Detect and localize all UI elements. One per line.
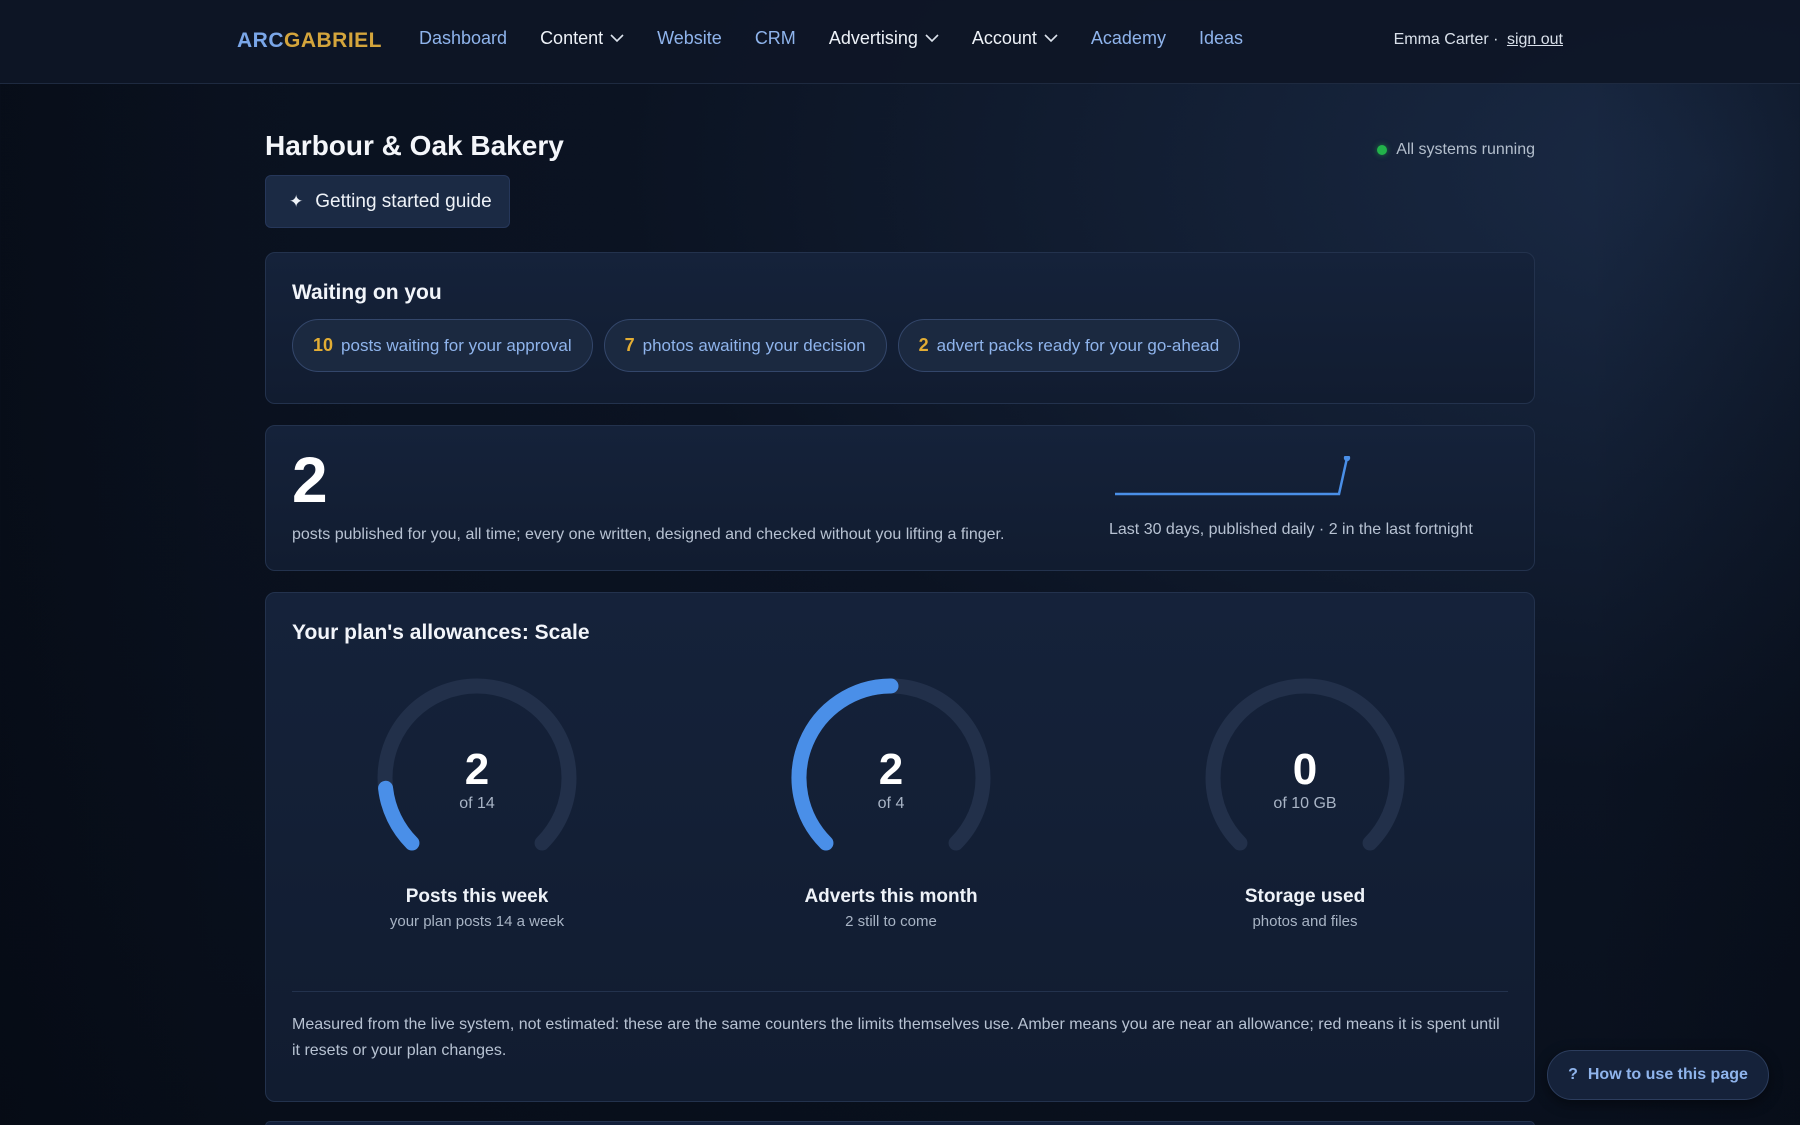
sparkline-caption: Last 30 days, published daily · 2 in the… xyxy=(1109,521,1473,538)
nav-link-label: Ideas xyxy=(1198,28,1243,48)
gauge-subtitle: 2 still to come xyxy=(845,913,937,930)
allowances-title: Your plan's allowances: Scale xyxy=(292,621,590,644)
nav-link-website[interactable]: Website xyxy=(657,28,722,49)
question-icon: ? xyxy=(1568,1066,1578,1083)
waiting-count: 7 xyxy=(624,335,635,355)
sign-out-link[interactable]: sign out xyxy=(1507,31,1563,48)
nav-link-account[interactable]: Account xyxy=(972,28,1058,49)
nav-link-label: Advertising xyxy=(828,28,918,48)
user-name: Emma Carter · xyxy=(1393,31,1499,48)
waiting-pill[interactable]: 7 photos awaiting your decision xyxy=(603,319,887,372)
gauge-title: Storage used xyxy=(1244,886,1366,907)
user-box: Emma Carter · sign out xyxy=(1394,31,1563,49)
nav-link-label: CRM xyxy=(754,28,796,48)
plan-allowances-card: Your plan's allowances: Scale 2 of 14 Post… xyxy=(265,592,1535,1102)
waiting-count: 10 xyxy=(313,335,334,355)
gauge-subtitle: your plan posts 14 a week xyxy=(389,913,565,930)
sparkline-series-line xyxy=(1115,457,1349,496)
allowances-note: Measured from the live system, not estim… xyxy=(292,1016,1500,1059)
published-card: 2 posts published for you, all time; eve… xyxy=(265,425,1535,571)
divider xyxy=(292,991,1508,992)
published-sparkline xyxy=(1115,456,1351,496)
waiting-text: photos awaiting your decision xyxy=(642,335,866,355)
allowance-gauge: 2 of 4 Adverts this month 2 still to come xyxy=(761,673,1021,953)
nav-link-label: Academy xyxy=(1090,28,1166,48)
nav-link-label: Website xyxy=(657,28,722,48)
nav-link-dashboard[interactable]: Dashboard xyxy=(419,28,507,49)
published-count: 2 xyxy=(292,444,328,516)
nav-link-label: Content xyxy=(540,28,604,48)
gauge-title: Posts this week xyxy=(405,886,549,907)
waiting-pills: 10 posts waiting for your approval 7 photos… xyxy=(292,319,1251,372)
status-dot-icon xyxy=(1377,145,1388,155)
how-to-use-button[interactable]: ? How to use this page xyxy=(1547,1050,1769,1100)
how-to-use-label: How to use this page xyxy=(1587,1066,1748,1083)
waiting-pill[interactable]: 2 advert packs ready for your go-ahead xyxy=(897,319,1241,372)
allowance-gauge: 0 of 10 GB Storage used photos and files xyxy=(1175,673,1435,953)
brand-logo-part-a: ARC xyxy=(237,29,284,52)
nav-link-label: Account xyxy=(971,28,1037,48)
page-title: Harbour & Oak Bakery xyxy=(265,130,564,161)
background-shade-left xyxy=(0,84,230,1125)
published-description: posts published for you, all time; every… xyxy=(292,526,1005,543)
brand-logo-part-b: GABRIEL xyxy=(284,29,382,52)
nav-link-ideas[interactable]: Ideas xyxy=(1199,28,1243,49)
background-shade-right xyxy=(1590,84,1800,1125)
waiting-on-you-card: Waiting on you 10 posts waiting for your … xyxy=(265,252,1535,404)
status-text: All systems running xyxy=(1396,141,1535,158)
gauge-value: 2 xyxy=(464,745,490,794)
next-card-edge xyxy=(265,1121,1535,1125)
nav-link-crm[interactable]: CRM xyxy=(755,28,796,49)
gauge-limit: of 4 xyxy=(877,795,905,812)
chevron-down-icon xyxy=(610,34,624,43)
chevron-down-icon xyxy=(1044,34,1058,43)
gauge-limit: of 10 GB xyxy=(1273,795,1337,812)
gauge-value: 2 xyxy=(878,745,904,794)
nav-link-advertising[interactable]: Advertising xyxy=(829,28,939,49)
system-status: All systems running xyxy=(1377,141,1535,159)
getting-started-button[interactable]: ✦ Getting started guide xyxy=(265,175,510,228)
nav-link-academy[interactable]: Academy xyxy=(1091,28,1166,49)
sparkline-last-point xyxy=(1343,456,1351,462)
waiting-title: Waiting on you xyxy=(292,281,442,304)
nav-link-label: Dashboard xyxy=(419,28,508,48)
waiting-count: 2 xyxy=(918,335,929,355)
gauge-subtitle: photos and files xyxy=(1252,913,1358,930)
waiting-text: posts waiting for your approval xyxy=(341,335,572,355)
chevron-down-icon xyxy=(925,34,939,43)
allowance-gauge: 2 of 14 Posts this week your plan posts 14 … xyxy=(347,673,607,953)
sparkle-icon: ✦ xyxy=(289,191,304,211)
waiting-text: advert packs ready for your go-ahead xyxy=(936,335,1220,355)
gauge-value: 0 xyxy=(1292,745,1318,794)
nav-links: Dashboard Content Website CRM Advertising Acc… xyxy=(419,28,1276,49)
waiting-pill[interactable]: 10 posts waiting for your approval xyxy=(292,319,593,372)
brand-logo[interactable]: ARCGABRIEL xyxy=(237,29,382,53)
nav-link-content[interactable]: Content xyxy=(540,28,624,49)
getting-started-label: Getting started guide xyxy=(315,190,492,212)
gauge-title: Adverts this month xyxy=(804,886,978,907)
top-navigation: ARCGABRIEL Dashboard Content Website CRM Adv… xyxy=(0,0,1800,84)
gauge-limit: of 14 xyxy=(459,795,495,812)
